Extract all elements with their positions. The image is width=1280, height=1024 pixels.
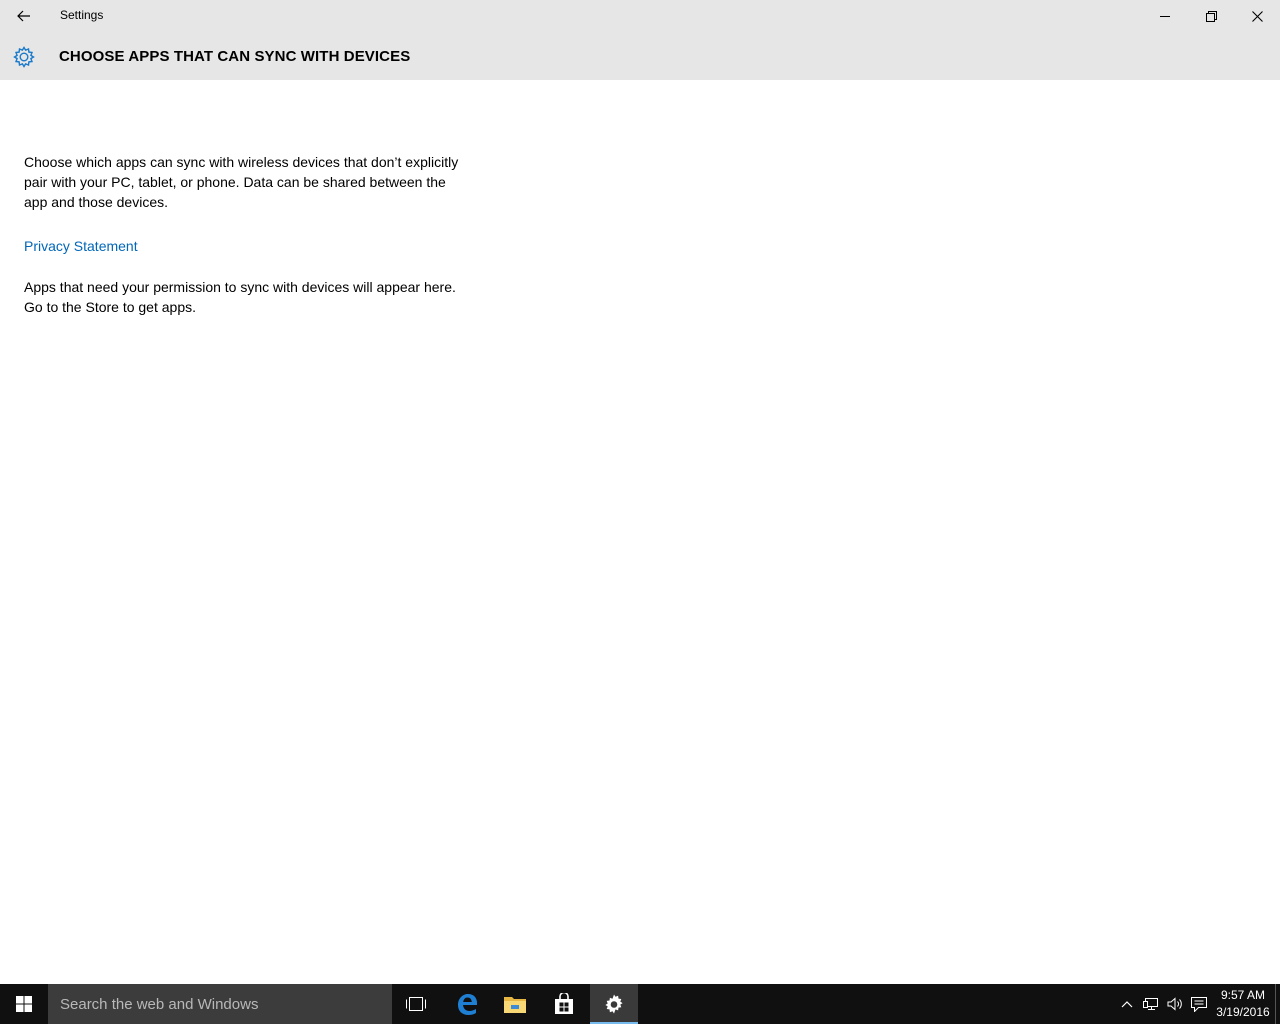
show-desktop-button[interactable] [1275, 984, 1280, 1024]
search-box[interactable]: Search the web and Windows [48, 984, 392, 1024]
close-icon [1251, 10, 1263, 22]
minimize-button[interactable] [1142, 0, 1188, 32]
action-center-button[interactable] [1188, 984, 1210, 1024]
store-icon [555, 993, 573, 1014]
task-view-icon [406, 997, 426, 1011]
description-text: Choose which apps can sync with wireless… [24, 154, 459, 210]
store-button[interactable] [540, 984, 588, 1024]
title-bar: Settings [0, 0, 1280, 32]
clock[interactable]: 9:57 AM 3/19/2016 [1212, 987, 1274, 1021]
page-header: CHOOSE APPS THAT CAN SYNC WITH DEVICES [0, 32, 1280, 80]
restore-button[interactable] [1188, 0, 1234, 32]
action-center-icon [1191, 996, 1207, 1012]
edge-button[interactable] [443, 984, 491, 1024]
edge-icon [458, 994, 477, 1015]
empty-apps-message: Apps that need your permission to sync w… [24, 279, 456, 315]
content-area: Choose which apps can sync with wireless… [24, 152, 464, 317]
chevron-up-icon [1121, 1001, 1133, 1008]
minimize-icon [1160, 16, 1170, 17]
network-button[interactable] [1140, 984, 1162, 1024]
close-button[interactable] [1234, 0, 1280, 32]
task-view-button[interactable] [392, 984, 440, 1024]
clock-date: 3/19/2016 [1216, 1005, 1270, 1019]
windows-logo-icon [16, 996, 32, 1012]
page-title: CHOOSE APPS THAT CAN SYNC WITH DEVICES [59, 48, 411, 65]
search-placeholder: Search the web and Windows [60, 996, 259, 1013]
window-title: Settings [60, 8, 104, 22]
network-icon [1143, 998, 1158, 1010]
file-explorer-icon [504, 997, 526, 1013]
privacy-statement-link[interactable]: Privacy Statement [24, 236, 138, 256]
volume-icon [1167, 997, 1182, 1011]
start-button[interactable] [0, 984, 48, 1024]
settings-taskbar-button[interactable] [590, 984, 638, 1024]
taskbar: Search the web and Windows 9:57 AM 3/19/… [0, 984, 1280, 1024]
back-arrow-icon [17, 10, 30, 22]
file-explorer-button[interactable] [491, 984, 539, 1024]
settings-icon [605, 994, 623, 1014]
gear-icon [10, 43, 38, 71]
show-hidden-icons-button[interactable] [1116, 984, 1138, 1024]
back-button[interactable] [0, 0, 48, 32]
volume-button[interactable] [1164, 984, 1186, 1024]
clock-time: 9:57 AM [1220, 988, 1266, 1002]
restore-icon [1205, 10, 1217, 22]
